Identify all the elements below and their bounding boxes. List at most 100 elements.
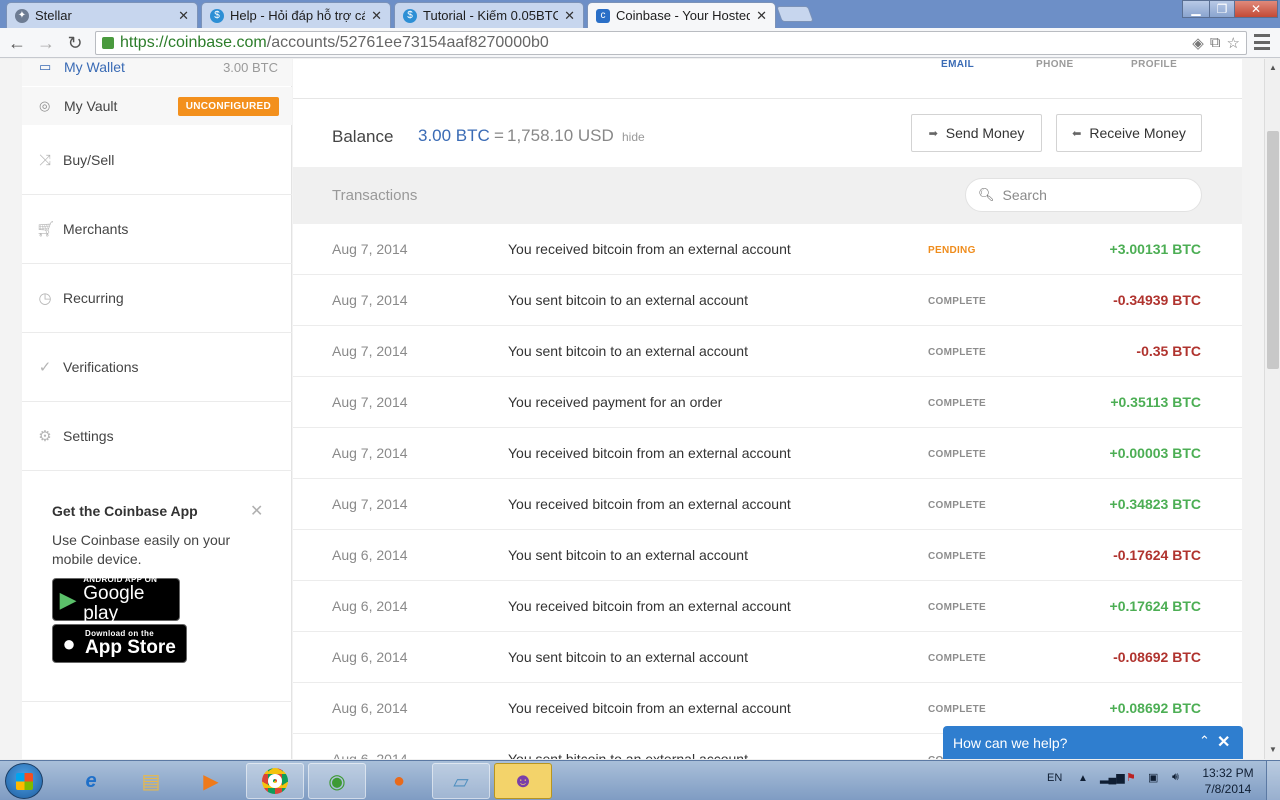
receive-money-button[interactable]: ⬅ Receive Money	[1056, 114, 1202, 152]
sidebar-item-my-vault[interactable]: ◎ My Vault UNCONFIGURED	[22, 87, 292, 125]
transaction-row[interactable]: Aug 7, 2014 You sent bitcoin to an extern…	[293, 275, 1242, 326]
subnav-email[interactable]: EMAIL	[941, 59, 974, 70]
clock-time: 13:32 PM	[1202, 766, 1254, 780]
search-box[interactable]: 🔍︎	[965, 178, 1202, 212]
close-icon[interactable]: ✕	[250, 501, 263, 521]
ie-icon: e	[85, 769, 97, 792]
help-widget-label: How can we help?	[953, 735, 1068, 751]
taskbar-messenger[interactable]: ☻	[494, 763, 552, 799]
transaction-row[interactable]: Aug 7, 2014 You received bitcoin from an …	[293, 479, 1242, 530]
address-bar[interactable]: https://coinbase.com/accounts/52761ee731…	[95, 31, 1247, 55]
receive-money-label: Receive Money	[1089, 125, 1186, 141]
transaction-row[interactable]: Aug 7, 2014 You received payment for an o…	[293, 377, 1242, 428]
sidebar-item-merchants[interactable]: 🛒︎ Merchants	[22, 195, 292, 264]
volume-icon[interactable]: 🔊︎	[1172, 771, 1179, 784]
coinbase-favicon-icon: c	[596, 8, 610, 23]
scroll-up-icon[interactable]: ▲	[1269, 63, 1277, 72]
taskbar-explorer[interactable]: ▤	[122, 763, 180, 799]
page-scrollbar[interactable]: ▲ ▼	[1264, 59, 1280, 759]
transactions-header: Transactions 🔍︎	[293, 167, 1242, 224]
url-path: /accounts/52761ee73154aaf8270000b0	[266, 34, 549, 51]
browser-tab-stellar[interactable]: ✦ Stellar ✕	[6, 2, 198, 28]
browser-tab-help[interactable]: $ Help - Hỏi đáp hỗ trợ các ✕	[201, 2, 391, 28]
transaction-amount: -0.08692 BTC	[1113, 649, 1201, 665]
taskbar-coccoc[interactable]: ◉	[308, 763, 366, 799]
language-indicator[interactable]: EN	[1047, 772, 1062, 784]
transaction-date: Aug 7, 2014	[332, 445, 408, 461]
transaction-row[interactable]: Aug 6, 2014 You sent bitcoin to an extern…	[293, 530, 1242, 581]
app-store-button[interactable]: ● Download on the App Store	[52, 624, 187, 663]
chevron-up-icon[interactable]: ⌃	[1199, 733, 1210, 749]
close-tab-icon[interactable]: ✕	[756, 8, 767, 24]
transaction-description: You received bitcoin from an external ac…	[508, 445, 791, 461]
search-input[interactable]	[1002, 187, 1183, 203]
bookmark-star-icon[interactable]: ☆	[1227, 34, 1240, 52]
flag-icon[interactable]: ⚑	[1126, 771, 1136, 784]
transaction-date: Aug 7, 2014	[332, 292, 408, 308]
transaction-date: Aug 6, 2014	[332, 547, 408, 563]
show-hidden-icons-icon[interactable]: ▲	[1078, 773, 1088, 784]
tab-title: Tutorial - Kiếm 0.05BTC d	[423, 8, 559, 23]
close-window-button[interactable]: ✕	[1234, 0, 1278, 18]
transaction-row[interactable]: Aug 7, 2014 You sent bitcoin to an extern…	[293, 326, 1242, 377]
minimize-window-button[interactable]: ▁	[1182, 0, 1210, 18]
browser-tab-tutorial[interactable]: $ Tutorial - Kiếm 0.05BTC d ✕	[394, 2, 584, 28]
transaction-row[interactable]: Aug 6, 2014 You received bitcoin from an …	[293, 581, 1242, 632]
hide-balance-link[interactable]: hide	[622, 130, 645, 144]
transaction-amount: +0.35113 BTC	[1110, 394, 1201, 410]
reload-button[interactable]: ↻	[64, 32, 86, 54]
shuffle-icon: ⤨	[38, 151, 51, 169]
app-promo-panel: Get the Coinbase App ✕ Use Coinbase easi…	[22, 489, 292, 702]
network-icon[interactable]: ▂▄▆	[1100, 771, 1125, 784]
coccoc-icon: ◉	[328, 770, 346, 793]
start-button[interactable]	[5, 763, 43, 799]
sidebar-item-buy-sell[interactable]: ⤨ Buy/Sell	[22, 126, 292, 195]
extension-icon[interactable]: ◈	[1192, 34, 1204, 52]
close-tab-icon[interactable]: ✕	[564, 8, 575, 24]
sidebar-item-verifications[interactable]: ✓ Verifications	[22, 333, 292, 402]
sidebar-item-recurring[interactable]: ◷ Recurring	[22, 264, 292, 333]
transaction-status: COMPLETE	[928, 398, 986, 409]
new-tab-button[interactable]	[776, 6, 814, 22]
wallet-icon: ▭	[39, 59, 52, 74]
transaction-status: COMPLETE	[928, 704, 986, 715]
promo-title: Get the Coinbase App	[52, 503, 198, 519]
taskbar-ie[interactable]: e	[62, 763, 120, 799]
close-tab-icon[interactable]: ✕	[371, 8, 382, 24]
taskbar-chrome[interactable]	[246, 763, 304, 799]
back-button[interactable]: ←	[6, 32, 28, 54]
arrow-left-icon: ⬅	[1072, 127, 1082, 140]
restore-window-button[interactable]: ❐	[1209, 0, 1235, 18]
google-play-button[interactable]: ▶ ANDROID APP ON Google play	[52, 575, 180, 624]
transaction-date: Aug 7, 2014	[332, 394, 408, 410]
arrow-right-icon: ➡	[928, 127, 938, 140]
forward-button[interactable]: →	[35, 32, 57, 54]
help-widget[interactable]: How can we help? ⌃ ✕	[943, 726, 1243, 759]
transaction-row[interactable]: Aug 6, 2014 You sent bitcoin to an extern…	[293, 632, 1242, 683]
subnav-profile[interactable]: PROFILE	[1131, 59, 1177, 70]
scroll-down-icon[interactable]: ▼	[1269, 745, 1277, 754]
browser-menu-button[interactable]	[1254, 34, 1270, 50]
transaction-date: Aug 6, 2014	[332, 598, 408, 614]
close-icon[interactable]: ✕	[1217, 732, 1230, 752]
taskbar-media-player[interactable]: ▶	[182, 763, 240, 799]
close-tab-icon[interactable]: ✕	[178, 8, 189, 24]
sidebar-item-my-wallet[interactable]: ▭ My Wallet 3.00 BTC	[22, 59, 292, 86]
translate-icon[interactable]: ⧉	[1210, 34, 1221, 52]
scrollbar-thumb[interactable]	[1267, 131, 1279, 369]
sidebar-item-settings[interactable]: ⚙ Settings	[22, 402, 292, 471]
transaction-row[interactable]: Aug 7, 2014 You received bitcoin from an …	[293, 224, 1242, 275]
notepad-icon: ▱	[453, 770, 469, 793]
show-desktop-button[interactable]	[1266, 761, 1280, 800]
browser-tab-coinbase[interactable]: c Coinbase - Your Hosted B ✕	[587, 2, 776, 28]
power-icon[interactable]: ▣	[1148, 771, 1158, 784]
transaction-date: Aug 7, 2014	[332, 241, 408, 257]
transaction-amount: +0.08692 BTC	[1109, 700, 1201, 716]
system-clock[interactable]: 13:32 PM 7/8/2014	[1197, 765, 1259, 797]
subnav-phone[interactable]: PHONE	[1036, 59, 1074, 70]
taskbar-notepad[interactable]: ▱	[432, 763, 490, 799]
send-money-button[interactable]: ➡ Send Money	[911, 114, 1042, 152]
balance-label: Balance	[332, 127, 394, 146]
transaction-row[interactable]: Aug 7, 2014 You received bitcoin from an …	[293, 428, 1242, 479]
taskbar-firefox[interactable]: ●	[370, 763, 428, 799]
